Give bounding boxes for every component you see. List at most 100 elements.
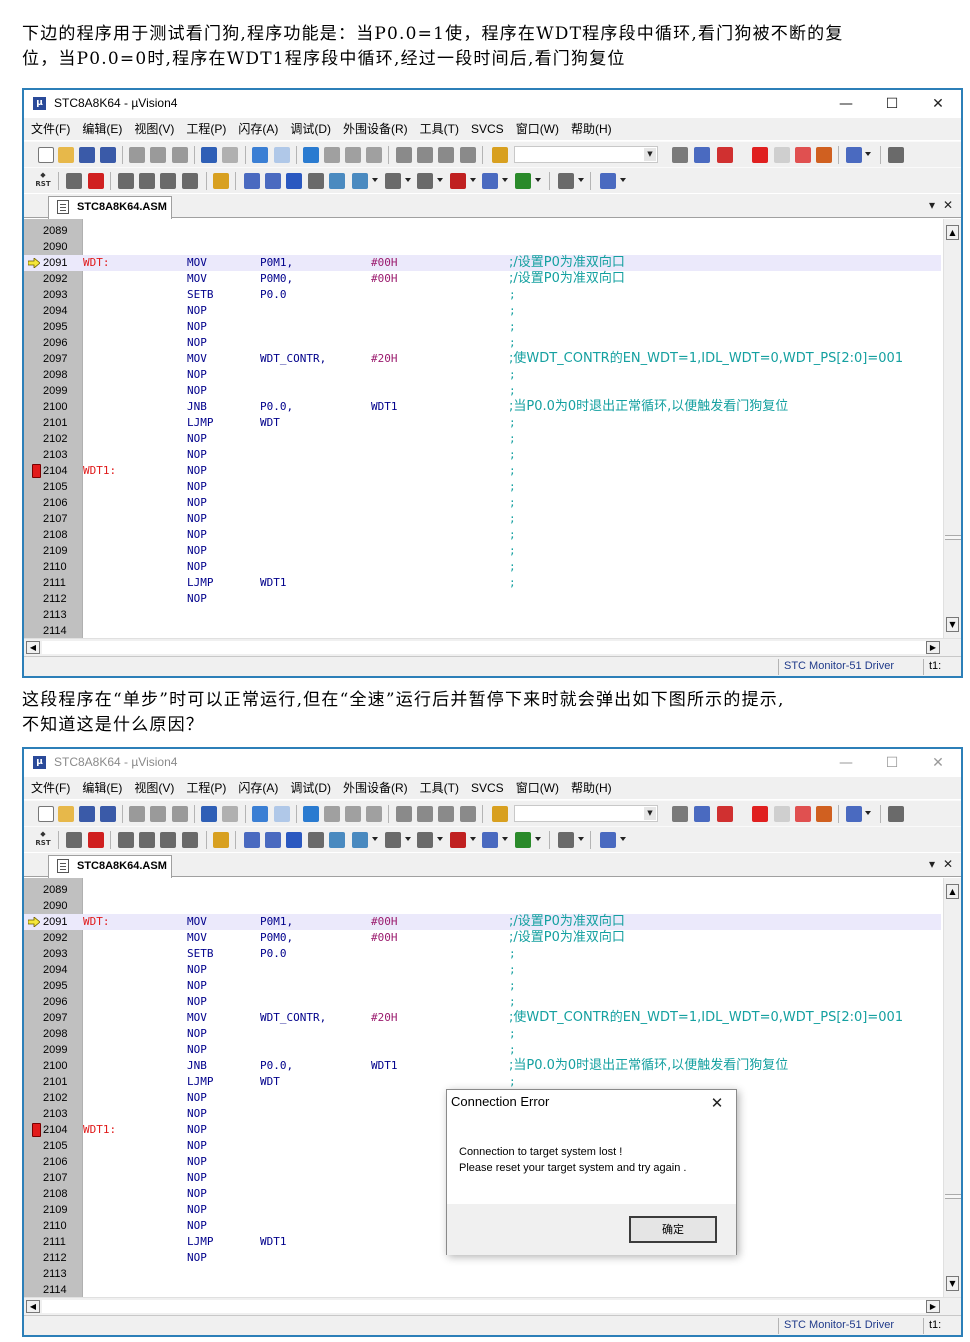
bookmark-icon[interactable] <box>303 806 319 822</box>
redo-icon[interactable] <box>222 806 238 822</box>
save-all-icon[interactable] <box>100 147 116 163</box>
next-bookmark-icon[interactable] <box>345 147 361 163</box>
unindent-icon[interactable] <box>417 147 433 163</box>
step-into-icon[interactable] <box>118 173 134 189</box>
vertical-scrollbar[interactable]: ▲ ▼ <box>943 219 961 638</box>
registers-window-icon[interactable] <box>308 173 324 189</box>
tab-list-dropdown-icon[interactable]: ▾ <box>929 857 935 871</box>
command-window-icon[interactable] <box>244 173 260 189</box>
step-out-icon[interactable] <box>160 173 176 189</box>
menu-item[interactable]: 编辑(E) <box>75 777 127 799</box>
tab-close-icon[interactable]: ✕ <box>943 198 953 212</box>
dropdown-arrow-icon[interactable] <box>470 837 476 841</box>
serial-windows-icon[interactable] <box>417 832 433 848</box>
dropdown-arrow-icon[interactable] <box>502 178 508 182</box>
horizontal-scroll-track[interactable] <box>42 1300 926 1313</box>
menu-item[interactable]: 编辑(E) <box>75 118 127 140</box>
menu-item[interactable]: 视图(V) <box>127 777 179 799</box>
find-icon[interactable] <box>694 147 710 163</box>
code-editor[interactable]: 2089 2090 2091 WDT: MOV P0M1, #00H ;/设置P0为准双向口 2… <box>24 219 961 638</box>
dropdown-arrow-icon[interactable] <box>865 152 871 156</box>
watch-windows-icon[interactable] <box>352 832 368 848</box>
stop-icon[interactable] <box>88 173 104 189</box>
step-over-icon[interactable] <box>139 832 155 848</box>
menu-item[interactable]: 外围设备(R) <box>336 777 413 799</box>
dropdown-arrow-icon[interactable] <box>437 837 443 841</box>
dropdown-arrow-icon[interactable] <box>502 837 508 841</box>
dropdown-arrow-icon[interactable] <box>372 837 378 841</box>
nav-back-icon[interactable] <box>252 806 268 822</box>
debug-session-icon[interactable] <box>717 806 733 822</box>
scroll-left-icon[interactable]: ◀ <box>26 641 40 654</box>
find-in-files-icon[interactable] <box>492 147 508 163</box>
horizontal-scrollbar[interactable]: ◀ ▶ <box>24 1297 961 1315</box>
menu-item[interactable]: SVCS <box>464 777 509 799</box>
scroll-down-icon[interactable]: ▼ <box>946 1276 959 1291</box>
step-over-icon[interactable] <box>139 173 155 189</box>
symbols-window-icon[interactable] <box>286 173 302 189</box>
prev-bookmark-icon[interactable] <box>324 147 340 163</box>
insert-breakpoint-icon[interactable] <box>752 806 768 822</box>
menu-item[interactable]: 文件(F) <box>24 777 75 799</box>
save-icon[interactable] <box>79 147 95 163</box>
nav-back-icon[interactable] <box>252 147 268 163</box>
find-in-files-icon[interactable] <box>492 806 508 822</box>
paste-icon[interactable] <box>172 806 188 822</box>
combo-dropdown-icon[interactable]: ▼ <box>644 148 656 161</box>
close-button[interactable]: ✕ <box>915 90 961 118</box>
new-file-icon[interactable] <box>38 806 54 822</box>
menu-item[interactable]: 闪存(A) <box>231 118 283 140</box>
horizontal-scroll-track[interactable] <box>42 641 926 654</box>
kill-breakpoints-icon[interactable] <box>816 147 832 163</box>
redo-icon[interactable] <box>222 147 238 163</box>
incremental-find-icon[interactable] <box>672 147 688 163</box>
open-file-icon[interactable] <box>58 147 74 163</box>
analysis-windows-icon[interactable] <box>450 832 466 848</box>
menu-item[interactable]: 调试(D) <box>283 118 336 140</box>
toolbox-icon[interactable] <box>558 832 574 848</box>
scroll-right-icon[interactable]: ▶ <box>926 1300 940 1313</box>
find-combo-box[interactable]: ▼ <box>514 805 658 822</box>
menu-item[interactable]: 帮助(H) <box>564 777 617 799</box>
next-bookmark-icon[interactable] <box>345 806 361 822</box>
call-stack-icon[interactable] <box>329 832 345 848</box>
clear-bookmarks-icon[interactable] <box>366 147 382 163</box>
menu-item[interactable]: 工程(P) <box>179 118 231 140</box>
run-to-cursor-icon[interactable] <box>182 173 198 189</box>
unindent-icon[interactable] <box>417 806 433 822</box>
scroll-up-icon[interactable]: ▲ <box>946 225 959 240</box>
horizontal-scrollbar[interactable]: ◀ ▶ <box>24 638 961 656</box>
menu-item[interactable]: 帮助(H) <box>564 118 617 140</box>
close-button[interactable]: ✕ <box>915 749 961 777</box>
indent-icon[interactable] <box>396 147 412 163</box>
run-to-cursor-icon[interactable] <box>182 832 198 848</box>
bookmark-icon[interactable] <box>303 147 319 163</box>
window-icon[interactable] <box>846 147 862 163</box>
menu-item[interactable]: 调试(D) <box>283 777 336 799</box>
scroll-left-icon[interactable]: ◀ <box>26 1300 40 1313</box>
save-icon[interactable] <box>79 806 95 822</box>
copy-icon[interactable] <box>150 806 166 822</box>
uncomment-icon[interactable] <box>460 147 476 163</box>
save-all-icon[interactable] <box>100 806 116 822</box>
disassembly-window-icon[interactable] <box>265 832 281 848</box>
vertical-scrollbar[interactable]: ▲ ▼ <box>943 878 961 1297</box>
tab-stc8a8k64-asm[interactable]: STC8A8K64.ASM <box>48 855 172 878</box>
indent-icon[interactable] <box>396 806 412 822</box>
tab-stc8a8k64-asm[interactable]: STC8A8K64.ASM <box>48 196 172 219</box>
maximize-button[interactable]: ☐ <box>869 90 915 118</box>
maximize-button[interactable]: ☐ <box>869 749 915 777</box>
scroll-down-icon[interactable]: ▼ <box>946 617 959 632</box>
breakpoint-marker-icon[interactable] <box>32 464 41 478</box>
dropdown-arrow-icon[interactable] <box>535 837 541 841</box>
open-file-icon[interactable] <box>58 806 74 822</box>
new-file-icon[interactable] <box>38 147 54 163</box>
system-viewer-icon[interactable] <box>515 173 531 189</box>
menu-item[interactable]: 工具(T) <box>413 118 464 140</box>
serial-windows-icon[interactable] <box>417 173 433 189</box>
reset-cpu-icon[interactable]: ◆ RST <box>34 830 52 850</box>
scroll-thumb[interactable] <box>945 535 961 540</box>
stop-icon[interactable] <box>88 832 104 848</box>
comment-icon[interactable] <box>438 806 454 822</box>
dropdown-arrow-icon[interactable] <box>578 178 584 182</box>
